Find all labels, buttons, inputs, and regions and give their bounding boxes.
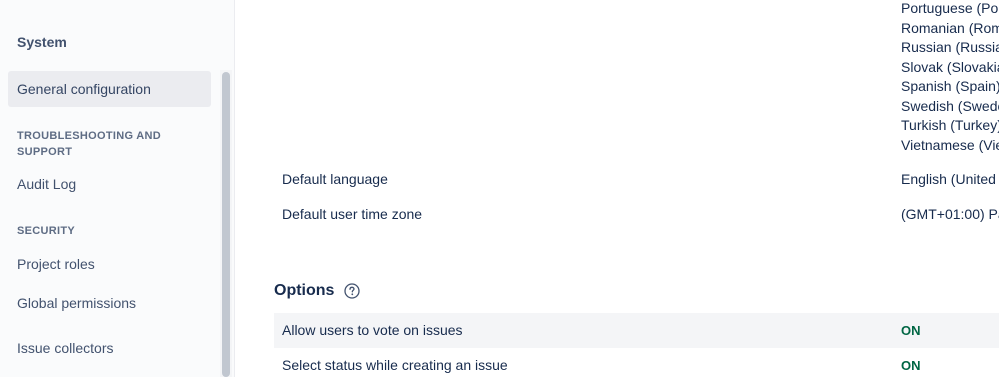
setting-value: English (United [901, 171, 996, 187]
setting-row-default-language: Default language English (United [274, 162, 999, 197]
main-content: Portuguese (Po Romanian (Rom Russian (Ru… [236, 0, 999, 377]
setting-label: Default user time zone [282, 206, 423, 222]
language-item: Spanish (Spain) [901, 78, 999, 94]
installed-languages-list: Portuguese (Po Romanian (Rom Russian (Ru… [901, 0, 999, 155]
setting-row-default-time-zone: Default user time zone (GMT+01:00) Pa [274, 197, 999, 232]
help-icon[interactable] [344, 283, 361, 299]
setting-label: Default language [282, 171, 388, 187]
status-badge: ON [901, 323, 921, 338]
option-row-select-status: Select status while creating an issue ON [274, 348, 999, 377]
language-item: Russian (Russia [901, 39, 999, 55]
language-item: Turkish (Turkey) [901, 117, 999, 133]
language-item: Vietnamese (Vie [901, 136, 999, 153]
sidebar-item-project-roles[interactable]: Project roles [8, 246, 211, 282]
option-row-vote-on-issues: Allow users to vote on issues ON [274, 313, 999, 348]
status-badge: ON [901, 358, 921, 373]
sidebar-item-general-configuration[interactable]: General configuration [8, 71, 211, 107]
app-window: System General configuration TROUBLESHOO… [0, 0, 999, 377]
option-label: Select status while creating an issue [282, 357, 508, 373]
setting-value: (GMT+01:00) Pa [901, 206, 999, 222]
sidebar-item-issue-collectors[interactable]: Issue collectors [8, 330, 211, 366]
language-item: Portuguese (Po [901, 0, 999, 16]
section-heading-security: SECURITY [17, 225, 76, 237]
sidebar-item-audit-log[interactable]: Audit Log [8, 166, 211, 202]
sidebar-item-global-permissions[interactable]: Global permissions [8, 285, 211, 321]
language-item: Romanian (Rom [901, 19, 999, 36]
options-heading: Options [274, 282, 361, 300]
language-item: Slovak (Slovakia [901, 58, 999, 75]
section-heading-troubleshooting: TROUBLESHOOTING AND SUPPORT [17, 130, 162, 158]
options-title: Options [274, 282, 335, 299]
sidebar-title: System [17, 34, 67, 50]
option-label: Allow users to vote on issues [282, 322, 463, 338]
sidebar-scrollbar-thumb[interactable] [222, 72, 230, 377]
sidebar: System General configuration TROUBLESHOO… [0, 0, 235, 377]
language-item: Swedish (Swede [901, 97, 999, 114]
